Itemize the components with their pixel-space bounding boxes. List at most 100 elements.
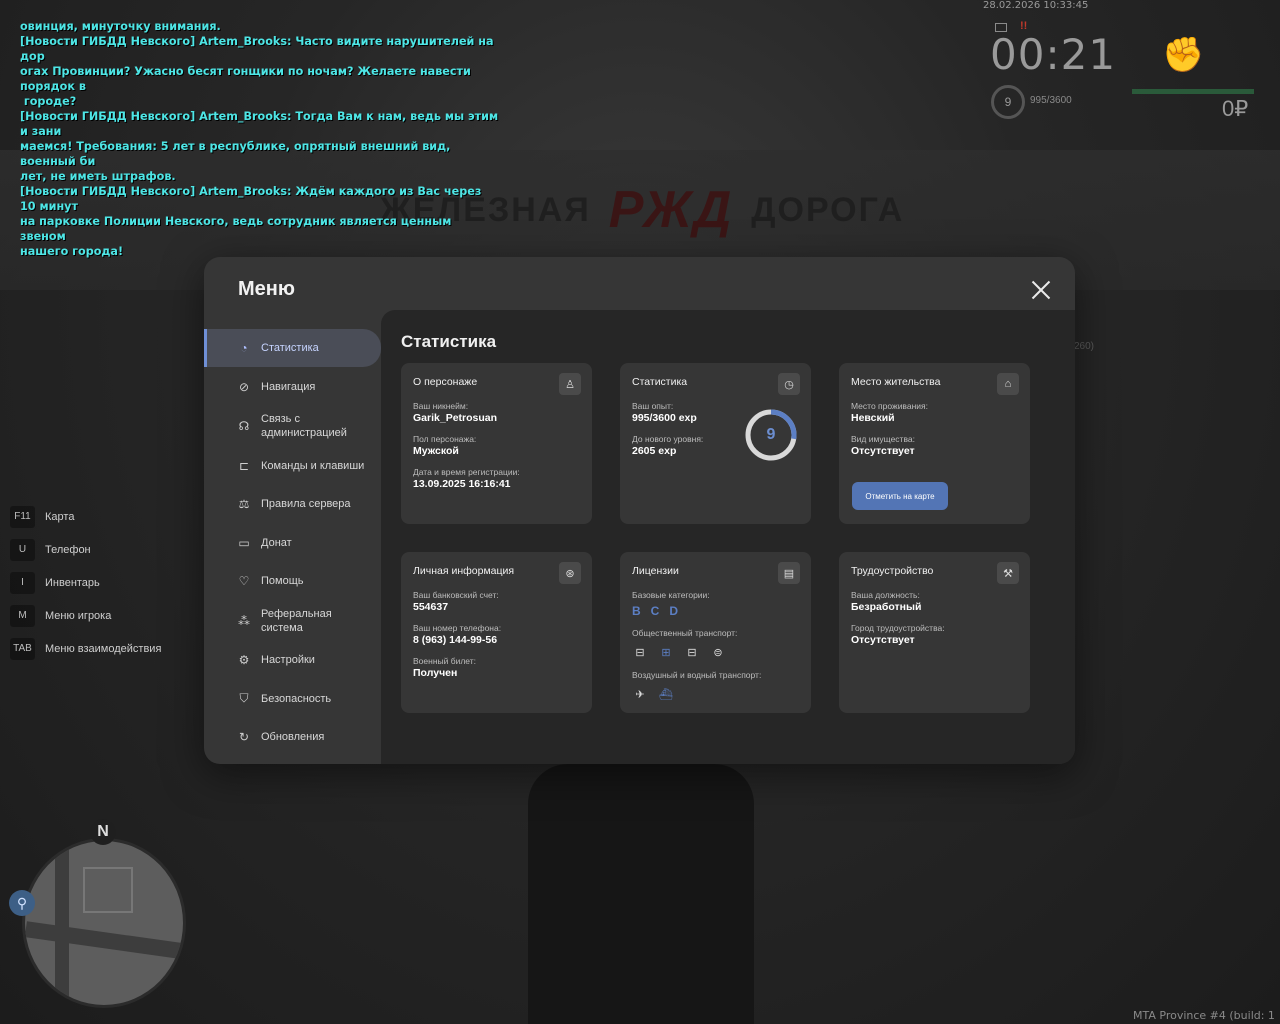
hud-time: 00:21	[990, 30, 1117, 79]
card-title: Статистика	[632, 376, 688, 388]
field-label: Город трудоустройства:	[851, 623, 945, 633]
license-category: B	[632, 604, 641, 618]
key-hint-inventory: I Инвентарь	[10, 566, 161, 599]
health-bar	[1132, 89, 1254, 94]
card-title: Трудоустройство	[851, 565, 934, 577]
hud-datetime: 28.02.2026 10:33:45	[983, 0, 1089, 11]
nav-item-referral[interactable]: ⁂ Реферальная система	[204, 601, 381, 641]
handshake-icon: ♡	[238, 574, 250, 588]
chat-line: [Новости ГИБДД Невского] Artem_Brooks: Ч…	[20, 35, 494, 108]
chat-line: овинция, минуточку внимания.	[20, 20, 221, 33]
nav-item-commands[interactable]: ⊏ Команды и клавиши	[204, 447, 381, 485]
license-icon: ▤	[778, 562, 800, 584]
key-label: Меню игрока	[45, 609, 112, 622]
close-icon[interactable]	[1030, 279, 1052, 301]
air-water-transport-icons: ✈ ⛴	[632, 686, 799, 702]
minimap-road	[55, 841, 69, 1005]
nav-item-label: Настройки	[261, 654, 315, 666]
compass-icon: ⊘	[238, 379, 250, 394]
statistics-panel: Статистика О персонаже ♙ Ваш никнейм: Ga…	[381, 310, 1075, 764]
nav-item-updates[interactable]: ↻ Обновления	[204, 718, 381, 756]
card-personal-info: Личная информация ⊛ Ваш банковский счет:…	[401, 552, 592, 713]
nav-item-label: Реферальная система	[261, 607, 332, 634]
nav-item-settings[interactable]: ⚙ Настройки	[204, 641, 381, 679]
key-hint-player-menu: M Меню игрока	[10, 599, 161, 632]
key-hint-interaction-menu: TAB Меню взаимодействия	[10, 632, 161, 665]
plane-icon: ✈	[635, 688, 645, 701]
work-city-value: Отсутствует	[851, 634, 915, 646]
gear-icon: ⚙	[238, 653, 250, 667]
card-title: Место жительства	[851, 376, 941, 388]
shield-icon: ⛉	[239, 691, 249, 705]
menu-modal: Меню ◔ Статистика ⊘ Навигация ☊ Связь с …	[204, 257, 1075, 764]
nav-item-rules[interactable]: ⚖ Правила сервера	[204, 485, 381, 523]
chat-line: [Новости ГИБДД Невского] Artem_Brooks: Т…	[20, 110, 499, 183]
bank-account-value: 554637	[413, 601, 449, 613]
military-id-value: Получен	[413, 667, 458, 679]
card-statistics: Статистика ◷ Ваш опыт: 995/3600 exp До н…	[620, 363, 811, 524]
field-label: Дата и время регистрации:	[413, 467, 520, 477]
minimap[interactable]	[22, 838, 186, 1008]
nav-item-donate[interactable]: ▭ Донат	[204, 524, 381, 562]
field-label: Ваша должность:	[851, 590, 920, 600]
key-badge: U	[10, 538, 35, 561]
level-progress-ring: 9	[744, 408, 798, 462]
public-transport-icons: ⊟ ⊞ ⊟ ⊜	[632, 644, 799, 660]
headset-icon: ☊	[238, 419, 250, 433]
user-icon: ♙	[559, 373, 581, 395]
key-badge: F11	[10, 505, 35, 528]
tram-icon: ⊞	[661, 646, 671, 659]
nav-item-label: Команды и клавиши	[261, 459, 365, 472]
license-category: C	[650, 604, 660, 618]
field-label: Военный билет:	[413, 656, 477, 666]
gender-value: Мужской	[413, 445, 459, 457]
nav-item-admin-contact[interactable]: ☊ Связь с администрацией	[204, 406, 381, 446]
card-title: О персонаже	[413, 376, 478, 388]
build-info: MTA Province #4 (build: 1	[1133, 1009, 1275, 1022]
key-hints: F11 Карта U Телефон I Инвентарь M Меню и…	[10, 500, 161, 665]
fist-icon: ✊	[1162, 36, 1205, 74]
nav-item-help[interactable]: ♡ Помощь	[204, 562, 381, 600]
sign-text-right: ДОРОГА	[751, 190, 905, 229]
key-badge: I	[10, 571, 35, 594]
nickname-value: Garik_Petrosuan	[413, 412, 498, 424]
content-title: Статистика	[401, 332, 497, 351]
license-categories: B C D	[632, 604, 799, 618]
nav-item-navigation[interactable]: ⊘ Навигация	[204, 368, 381, 406]
nav-item-label: Правила сервера	[261, 498, 351, 510]
mark-on-map-button[interactable]: Отметить на карте	[852, 482, 948, 510]
field-label: Пол персонажа:	[413, 434, 477, 444]
residence-value: Невский	[851, 412, 895, 424]
key-badge: M	[10, 604, 35, 627]
field-label: Базовые категории:	[632, 590, 710, 600]
key-label: Инвентарь	[45, 576, 100, 589]
field-label: Место проживания:	[851, 401, 928, 411]
sign-logo: РЖД	[608, 181, 734, 239]
refresh-check-icon: ↻	[238, 730, 250, 744]
license-category: D	[669, 604, 679, 618]
pickaxe-icon: ⚒	[997, 562, 1019, 584]
clock-icon: ◷	[778, 373, 800, 395]
network-icon: ⁂	[238, 613, 250, 628]
key-label: Меню взаимодействия	[45, 642, 162, 655]
position-value: Безработный	[851, 601, 922, 613]
nav-item-label: Статистика	[261, 342, 319, 354]
minimap-road	[25, 921, 183, 961]
nav-item-label: Безопасность	[261, 692, 332, 705]
nav-item-security[interactable]: ⛉ Безопасность	[204, 680, 381, 718]
compass-north-icon: N	[90, 819, 116, 845]
field-label: Ваш номер телефона:	[413, 623, 502, 633]
field-label: Воздушный и водный транспорт:	[632, 670, 762, 680]
field-label: Общественный транспорт:	[632, 628, 738, 638]
pie-chart-icon: ◔	[240, 341, 248, 355]
card-character: О персонаже ♙ Ваш никнейм: Garik_Petrosu…	[401, 363, 592, 524]
card-licenses: Лицензии ▤ Базовые категории: B C D Обще…	[620, 552, 811, 713]
card-title: Лицензии	[632, 565, 679, 577]
field-label: Вид имущества:	[851, 434, 915, 444]
menu-sidebar: ◔ Статистика ⊘ Навигация ☊ Связь с админ…	[204, 329, 381, 757]
card-title: Личная информация	[413, 565, 515, 577]
card-employment: Трудоустройство ⚒ Ваша должность: Безраб…	[839, 552, 1030, 713]
modal-title: Меню	[238, 278, 295, 300]
nav-item-label: Донат	[261, 536, 292, 549]
nav-item-statistics[interactable]: ◔ Статистика	[204, 329, 381, 367]
